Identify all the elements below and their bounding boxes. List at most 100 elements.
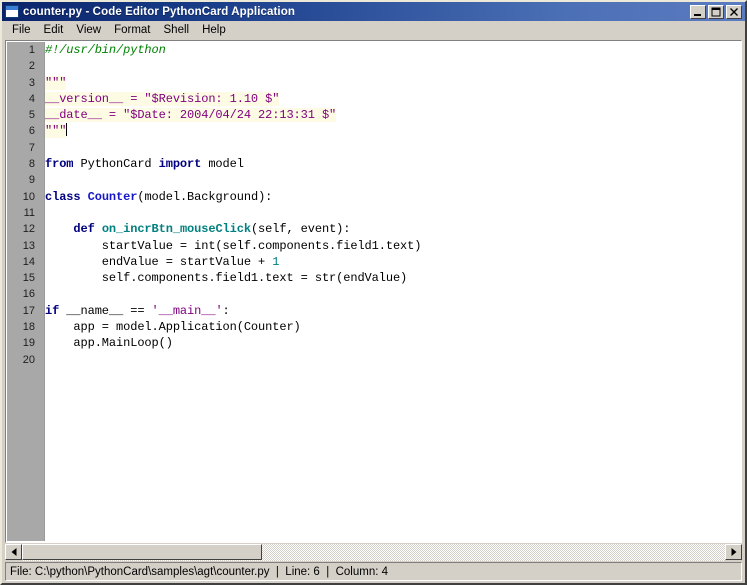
code-token: __name__ == xyxy=(59,303,152,318)
line-number: 11 xyxy=(23,206,35,219)
code-line[interactable]: 15 self.components.field1.text = str(end… xyxy=(7,270,740,286)
code-line[interactable]: 5 __date__ = "$Date: 2004/04/24 22:13:31 … xyxy=(7,107,740,123)
code-token: app = model.Application(Counter) xyxy=(45,320,301,335)
code-line[interactable]: 11 xyxy=(7,205,740,221)
code-line-text: """ xyxy=(38,75,66,91)
line-number: 14 xyxy=(22,255,35,268)
line-number: 7 xyxy=(28,141,35,154)
text-cursor xyxy=(66,123,68,137)
line-number: 16 xyxy=(22,288,35,301)
menu-item-view[interactable]: View xyxy=(70,22,108,39)
app-window-icon xyxy=(5,5,19,18)
code-token: (self, event): xyxy=(250,222,351,237)
code-token: """ xyxy=(45,124,67,139)
code-line-text: #!/usr/bin/python xyxy=(38,42,166,58)
code-line[interactable]: 10 class Counter(model.Background): xyxy=(7,189,740,205)
code-token: '__main__' xyxy=(151,303,223,318)
code-token: from xyxy=(45,157,74,172)
code-token: : xyxy=(222,303,230,318)
code-token: self.components.field1.text = str(endVal… xyxy=(45,271,408,286)
code-token: endValue = startValue + xyxy=(45,254,273,269)
scrollbar-track[interactable] xyxy=(22,544,725,561)
line-number: 4 xyxy=(28,92,35,105)
code-line[interactable]: 9 xyxy=(7,172,740,188)
line-number: 8 xyxy=(28,158,35,171)
code-line[interactable]: 12 def on_incrBtn_mouseClick(self, event… xyxy=(7,221,740,237)
code-token: on_incrBtn_mouseClick xyxy=(101,222,251,237)
code-token: import xyxy=(158,157,202,172)
line-number: 10 xyxy=(22,190,35,203)
code-line[interactable]: 14 endValue = startValue + 1 xyxy=(7,254,740,270)
code-line-text xyxy=(38,352,45,368)
code-line[interactable]: 20 xyxy=(7,352,740,368)
code-line[interactable]: 17 if __name__ == '__main__': xyxy=(7,303,740,319)
code-editor-surface[interactable]: 1 #!/usr/bin/python 2 3 """ 4 __version__ = "$… xyxy=(7,42,740,541)
code-line[interactable]: 1 #!/usr/bin/python xyxy=(7,42,740,58)
code-line[interactable]: 16 xyxy=(7,286,740,302)
code-line-text: endValue = startValue + 1 xyxy=(38,254,280,270)
line-number: 18 xyxy=(22,321,35,334)
code-line[interactable]: 4 __version__ = "$Revision: 1.10 $" xyxy=(7,91,740,107)
menu-item-file[interactable]: File xyxy=(6,22,38,39)
code-line[interactable]: 18 app = model.Application(Counter) xyxy=(7,319,740,335)
menu-item-edit[interactable]: Edit xyxy=(38,22,71,39)
line-number: 17 xyxy=(22,304,35,317)
maximize-button[interactable] xyxy=(708,4,724,19)
scroll-right-arrow-icon[interactable] xyxy=(725,544,742,560)
close-button[interactable] xyxy=(726,4,742,19)
code-line-text: app = model.Application(Counter) xyxy=(38,319,301,335)
menu-bar: File Edit View Format Shell Help xyxy=(2,21,745,40)
code-line-text: if __name__ == '__main__': xyxy=(38,303,230,319)
code-editor-window: counter.py - Code Editor PythonCard Appl… xyxy=(0,0,747,585)
code-line[interactable]: 6 """ xyxy=(7,123,740,139)
code-token: #!/usr/bin/python xyxy=(45,43,166,57)
code-text-area[interactable]: 1 #!/usr/bin/python 2 3 """ 4 __version__ = "$… xyxy=(7,42,740,541)
scrollbar-thumb[interactable] xyxy=(22,544,262,560)
code-line-text: """ xyxy=(38,123,68,139)
code-line[interactable]: 13 startValue = int(self.components.fiel… xyxy=(7,238,740,254)
line-number: 20 xyxy=(22,353,35,366)
code-line-text xyxy=(38,58,45,74)
scroll-left-arrow-icon[interactable] xyxy=(5,544,22,560)
horizontal-scrollbar[interactable] xyxy=(5,544,742,561)
code-token: class xyxy=(45,189,81,204)
menu-item-shell[interactable]: Shell xyxy=(158,22,197,39)
code-line-text: startValue = int(self.components.field1.… xyxy=(38,238,422,254)
code-token: 1 xyxy=(272,254,280,269)
line-number: 15 xyxy=(22,272,35,285)
window-title: counter.py - Code Editor PythonCard Appl… xyxy=(23,5,295,18)
code-line[interactable]: 7 xyxy=(7,140,740,156)
window-controls xyxy=(690,4,742,19)
code-token: def xyxy=(73,222,95,237)
code-line-text xyxy=(38,140,45,156)
code-token: app.MainLoop() xyxy=(45,336,173,351)
code-token: startValue = int(self.components.field1.… xyxy=(45,238,422,253)
code-token: __version__ = "$Revision: 1.10 $" xyxy=(45,91,280,106)
code-token: Counter xyxy=(87,189,138,204)
line-number: 13 xyxy=(22,239,35,252)
line-number: 12 xyxy=(22,223,35,236)
line-number: 5 xyxy=(28,109,35,122)
code-token: PythonCard xyxy=(73,157,159,172)
line-number: 2 xyxy=(28,60,35,73)
code-token: __date__ = "$Date: 2004/04/24 22:13:31 $… xyxy=(45,108,337,123)
menu-item-format[interactable]: Format xyxy=(108,22,157,39)
code-line[interactable]: 2 xyxy=(7,58,740,74)
code-line[interactable]: 3 """ xyxy=(7,75,740,91)
code-line-text: self.components.field1.text = str(endVal… xyxy=(38,270,407,286)
line-number: 6 xyxy=(28,125,35,138)
code-line-text xyxy=(38,205,45,221)
code-line[interactable]: 19 app.MainLoop() xyxy=(7,335,740,351)
code-token: if xyxy=(45,303,60,318)
code-line-text xyxy=(38,172,45,188)
minimize-button[interactable] xyxy=(690,4,706,19)
code-line-text: class Counter(model.Background): xyxy=(38,189,272,205)
title-bar[interactable]: counter.py - Code Editor PythonCard Appl… xyxy=(2,2,745,21)
code-line-text: __date__ = "$Date: 2004/04/24 22:13:31 $… xyxy=(38,107,336,123)
code-token: model xyxy=(201,157,244,172)
code-editor-pane[interactable]: 1 #!/usr/bin/python 2 3 """ 4 __version__ = "$… xyxy=(5,40,742,543)
code-line[interactable]: 8 from PythonCard import model xyxy=(7,156,740,172)
menu-item-help[interactable]: Help xyxy=(196,22,233,39)
